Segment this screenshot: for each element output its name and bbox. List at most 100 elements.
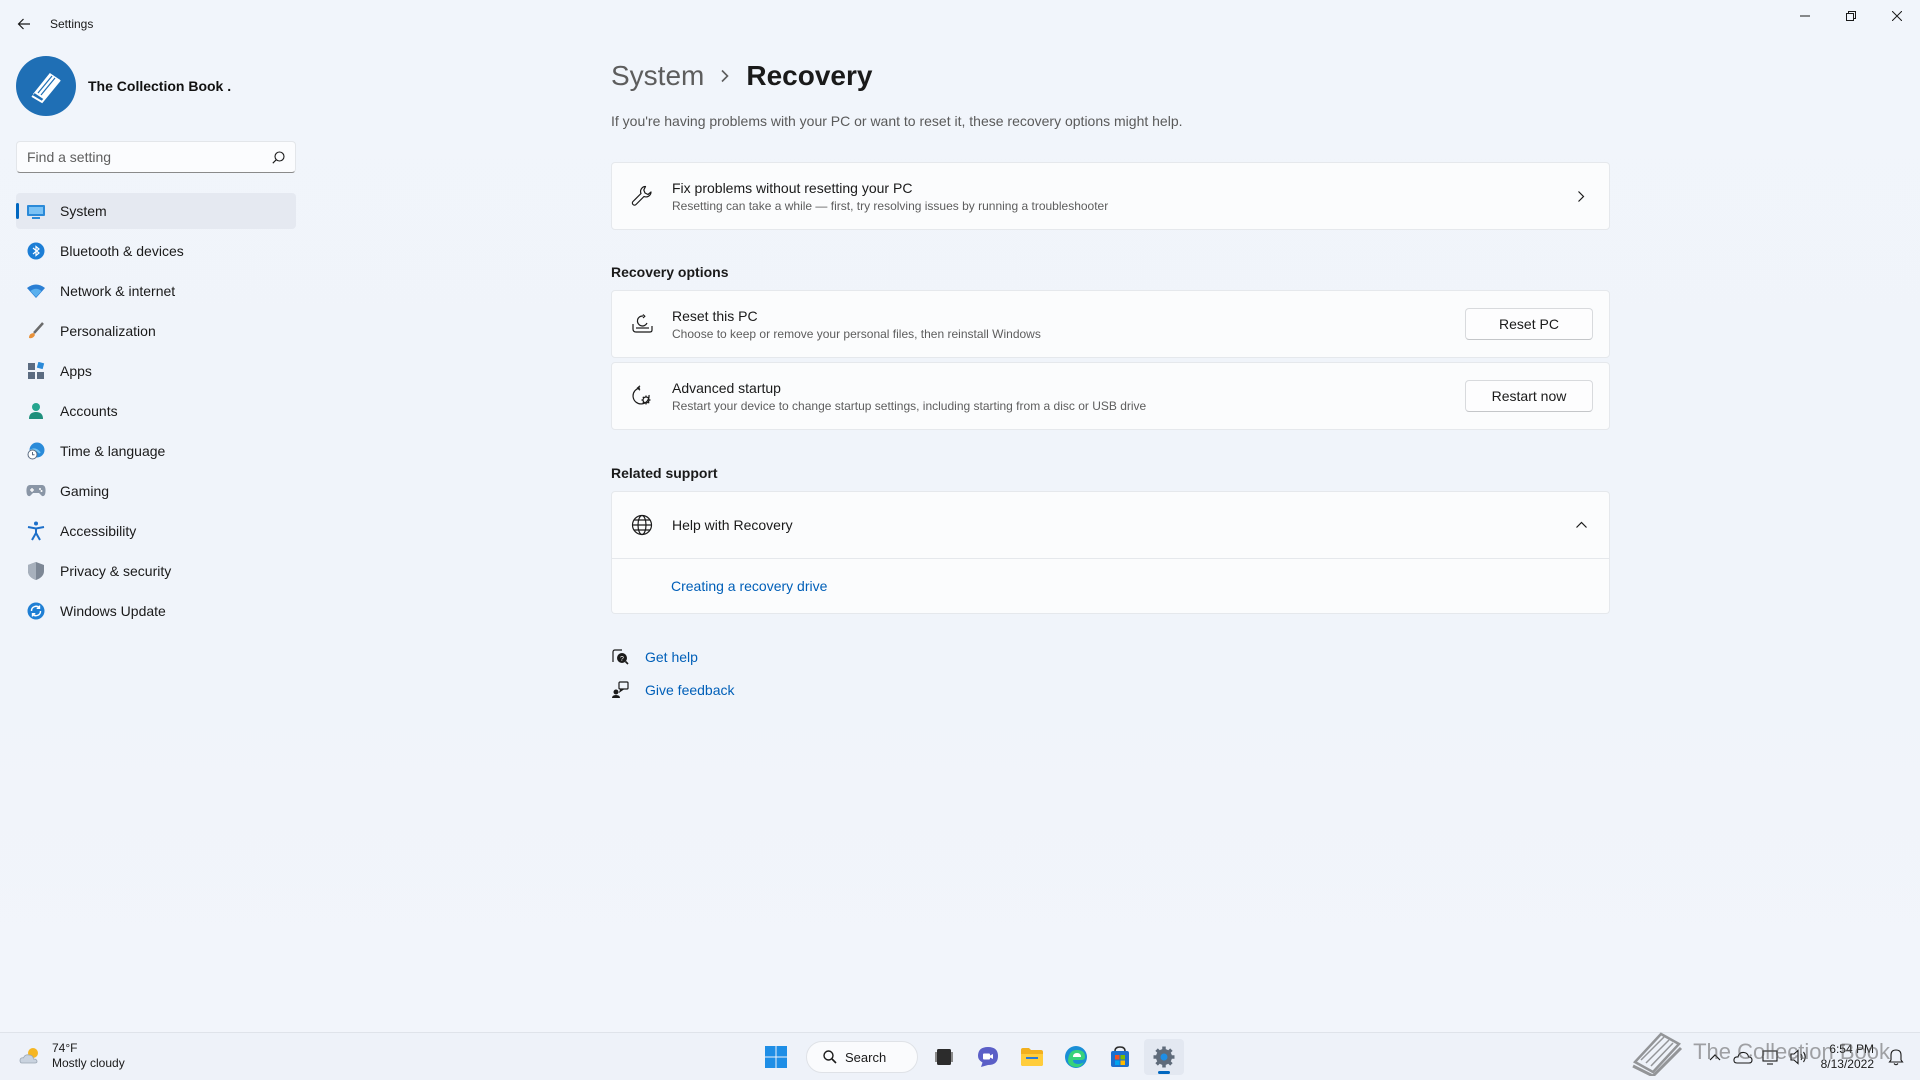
sidebar-item-label: Accounts	[60, 403, 118, 419]
weather-text: 74°F Mostly cloudy	[52, 1041, 125, 1071]
accessibility-icon	[26, 521, 46, 541]
breadcrumb-parent[interactable]: System	[611, 60, 704, 92]
arrow-left-icon	[17, 18, 30, 30]
chevron-right-icon	[720, 69, 730, 83]
search-input[interactable]	[27, 149, 272, 165]
windows-logo-icon	[765, 1046, 787, 1068]
sidebar-item-gaming[interactable]: Gaming	[16, 473, 296, 509]
task-view-icon	[935, 1049, 953, 1065]
task-view-button[interactable]	[924, 1039, 964, 1075]
fix-problems-card[interactable]: Fix problems without resetting your PC R…	[611, 162, 1610, 230]
weather-widget[interactable]: 74°F Mostly cloudy	[18, 1041, 125, 1071]
sidebar-item-label: Apps	[60, 363, 92, 379]
user-profile[interactable]: The Collection Book .	[16, 56, 231, 116]
microsoft-store-icon	[1111, 1046, 1129, 1067]
person-icon	[26, 401, 46, 421]
reset-pc-text: Reset this PC Choose to keep or remove y…	[672, 308, 1465, 341]
sidebar-item-accessibility[interactable]: Accessibility	[16, 513, 296, 549]
get-help-icon: ?	[611, 648, 629, 666]
wrench-icon	[630, 184, 654, 208]
card-subtitle: Restart your device to change startup se…	[672, 398, 1147, 413]
help-with-recovery-text: Help with Recovery	[672, 517, 1571, 533]
sidebar-item-label: System	[60, 203, 107, 219]
partly-cloudy-icon	[19, 1048, 38, 1064]
watermark: The Collection Book	[1631, 1028, 1890, 1076]
search-icon	[823, 1050, 837, 1064]
minimize-icon	[1800, 15, 1810, 17]
wifi-icon	[26, 281, 46, 301]
file-explorer-button[interactable]	[1012, 1039, 1052, 1075]
monitor-icon	[26, 201, 46, 221]
gear-icon	[1153, 1046, 1175, 1068]
update-icon	[26, 601, 46, 621]
sidebar-item-accounts[interactable]: Accounts	[16, 393, 296, 429]
give-feedback-row[interactable]: Give feedback	[611, 681, 735, 699]
shield-icon	[26, 561, 46, 581]
feedback-icon	[611, 681, 629, 699]
sidebar-item-label: Personalization	[60, 323, 156, 339]
app-title: Settings	[50, 17, 94, 31]
close-icon	[1892, 11, 1902, 21]
sidebar-item-apps[interactable]: Apps	[16, 353, 296, 389]
reset-pc-icon	[630, 312, 654, 336]
window-controls	[1782, 0, 1920, 32]
sidebar-item-label: Bluetooth & devices	[60, 243, 184, 259]
page-title: Recovery	[746, 60, 873, 91]
edge-browser-icon	[1065, 1046, 1087, 1068]
avatar	[16, 56, 76, 116]
sidebar-item-windows-update[interactable]: Windows Update	[16, 593, 296, 629]
back-button[interactable]	[12, 12, 36, 36]
start-button[interactable]	[756, 1039, 796, 1075]
search-field[interactable]	[16, 141, 296, 173]
globe-icon	[630, 513, 654, 537]
advanced-startup-icon	[630, 384, 654, 408]
edge-button[interactable]	[1056, 1039, 1096, 1075]
restore-icon	[1846, 11, 1856, 21]
get-help-row[interactable]: ? Get help	[611, 648, 698, 666]
card-subtitle: Choose to keep or remove your personal f…	[672, 326, 1041, 341]
title-bar: Settings	[0, 0, 1920, 48]
book-watermark-icon	[1632, 1032, 1683, 1076]
settings-window: Settings The Collection Book . Find a se…	[0, 0, 1920, 1032]
creating-recovery-drive-link[interactable]: Creating a recovery drive	[671, 578, 827, 594]
sidebar-item-system[interactable]: System	[16, 193, 296, 229]
sidebar-item-label: Time & language	[60, 443, 166, 459]
store-button[interactable]	[1100, 1039, 1140, 1075]
sidebar-item-personalization[interactable]: Personalization	[16, 313, 296, 349]
restart-now-button[interactable]: Restart now	[1465, 380, 1593, 412]
sidebar-item-label: Windows Update	[60, 603, 166, 619]
chevron-right-icon	[1571, 186, 1591, 206]
card-title: Fix problems without resetting your PC	[672, 179, 913, 196]
card-title: Reset this PC	[672, 307, 758, 324]
help-with-recovery-content: Creating a recovery drive	[611, 559, 1610, 614]
folder-icon	[1021, 1048, 1043, 1066]
help-with-recovery-expander[interactable]: Help with Recovery	[611, 491, 1610, 559]
restore-button[interactable]	[1828, 0, 1874, 32]
reset-pc-card: Reset this PC Choose to keep or remove y…	[611, 290, 1610, 358]
sidebar-item-privacy-security[interactable]: Privacy & security	[16, 553, 296, 589]
profile-name: The Collection Book .	[88, 78, 232, 94]
advanced-startup-text: Advanced startup Restart your device to …	[672, 380, 1465, 413]
advanced-startup-card: Advanced startup Restart your device to …	[611, 362, 1610, 430]
card-subtitle: Resetting can take a while — first, try …	[672, 198, 1109, 213]
brush-icon	[26, 321, 46, 341]
close-button[interactable]	[1874, 0, 1920, 32]
svg-text:?: ?	[620, 656, 624, 663]
chat-button[interactable]	[968, 1039, 1008, 1075]
give-feedback-link[interactable]: Give feedback	[645, 682, 735, 698]
sidebar-item-bluetooth[interactable]: Bluetooth & devices	[16, 233, 296, 269]
minimize-button[interactable]	[1782, 0, 1828, 32]
sidebar-item-time-language[interactable]: Time & language	[16, 433, 296, 469]
settings-taskbar-button[interactable]	[1144, 1039, 1184, 1075]
book-logo-icon	[31, 72, 61, 104]
taskbar-apps: Search	[756, 1039, 1188, 1075]
sidebar-item-label: Accessibility	[60, 523, 137, 539]
reset-pc-button[interactable]: Reset PC	[1465, 308, 1593, 340]
globe-clock-icon	[26, 441, 46, 461]
related-support-heading: Related support	[611, 465, 718, 481]
sidebar-item-network[interactable]: Network & internet	[16, 273, 296, 309]
taskbar-search-button[interactable]: Search	[806, 1041, 918, 1073]
page-description: If you're having problems with your PC o…	[611, 113, 1183, 129]
get-help-link[interactable]: Get help	[645, 649, 698, 665]
bluetooth-icon	[26, 241, 46, 261]
